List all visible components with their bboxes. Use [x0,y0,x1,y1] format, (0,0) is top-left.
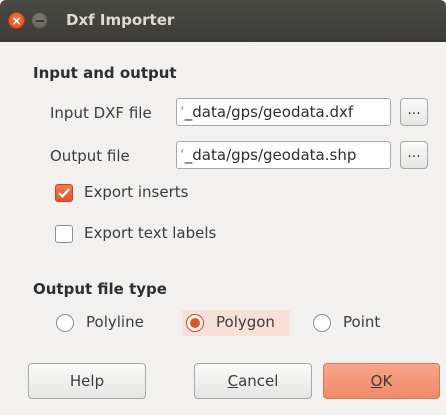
browse-output-button[interactable]: ... [400,141,428,169]
input-dxf-field[interactable]: ‘_data/gps/geodata.dxf [176,98,391,126]
window-title: Dxf Importer [66,11,175,29]
checkmark-icon [58,188,70,199]
cancel-button[interactable]: Cancel [194,363,312,399]
close-button[interactable]: × [8,12,25,29]
minimize-icon [35,19,44,22]
export-inserts-checkbox[interactable] [55,184,73,202]
close-icon: × [11,13,22,28]
point-label: Point [343,313,381,331]
export-text-labels-checkbox[interactable] [55,225,73,243]
ok-button[interactable]: OK [323,363,440,399]
input-dxf-label: Input DXF file [50,104,152,122]
radio-dot-icon [190,318,200,328]
polygon-label: Polygon [216,313,275,331]
point-radio[interactable] [313,314,331,332]
polygon-radio[interactable] [186,314,204,332]
output-file-label: Output file [50,147,130,165]
output-file-field[interactable]: ‘_data/gps/geodata.shp [176,141,391,169]
ok-mnemonic: O [370,372,383,390]
cancel-label: ancel [238,372,279,390]
polyline-label: Polyline [86,313,144,331]
export-inserts-label: Export inserts [84,183,189,201]
output-type-heading: Output file type [33,280,167,298]
input-output-heading: Input and output [33,64,177,82]
export-text-labels-label: Export text labels [84,224,217,242]
ok-label: K [382,372,393,390]
browse-input-button[interactable]: ... [400,98,428,126]
minimize-button[interactable] [31,12,48,29]
title-bar: × Dxf Importer [0,0,446,42]
cancel-mnemonic: C [227,372,239,390]
polyline-radio[interactable] [56,314,74,332]
help-button[interactable]: Help [28,363,146,399]
